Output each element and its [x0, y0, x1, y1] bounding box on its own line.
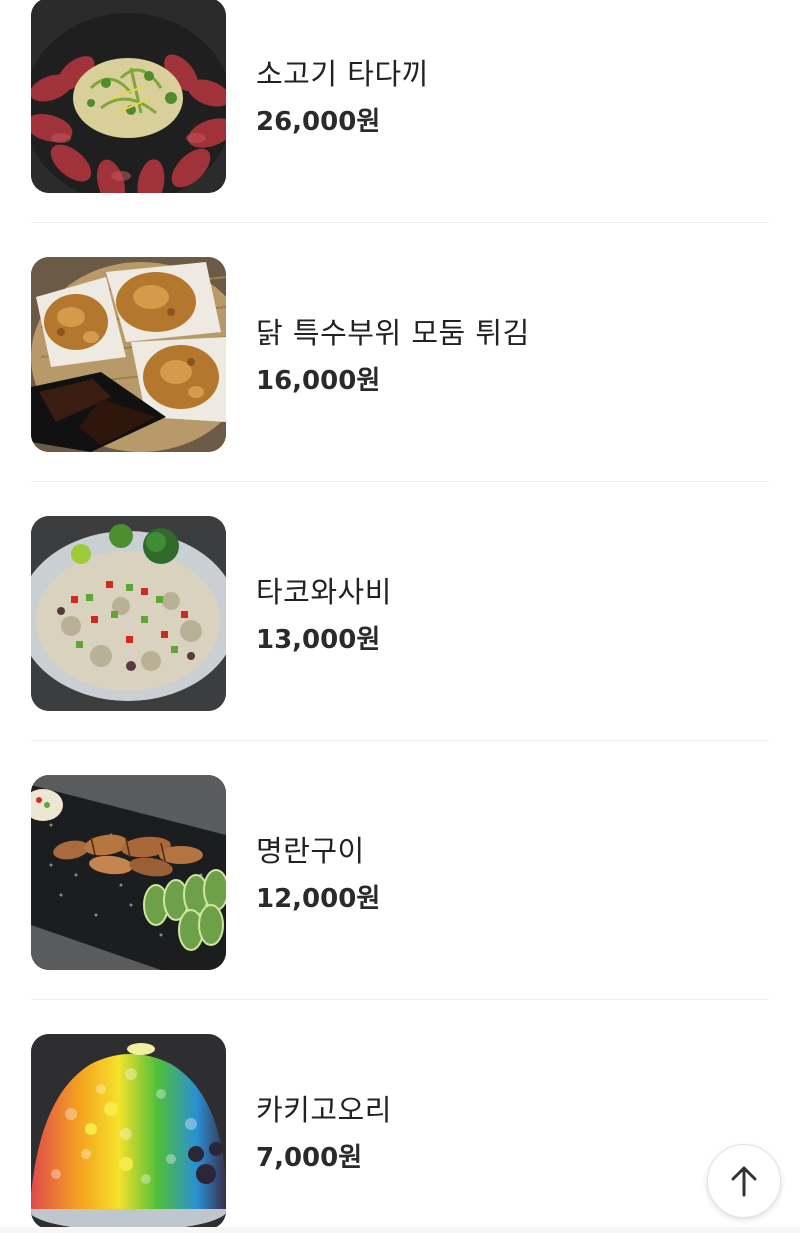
menu-item[interactable]: 카키고오리 7,000원 [0, 971, 800, 1230]
bottom-edge [0, 1227, 800, 1233]
menu-item-name: 소고기 타다끼 [256, 57, 429, 91]
menu-item-name: 카키고오리 [256, 1093, 392, 1127]
menu-list: 소고기 타다끼 26,000원 닭 특수부위 모둠 튀김 16,000원 타코와… [0, 0, 800, 1230]
beef-tataki-photo[interactable] [31, 0, 226, 193]
grilled-pollack-roe-photo[interactable] [31, 775, 226, 970]
menu-item-name: 명란구이 [256, 834, 365, 868]
menu-item[interactable]: 소고기 타다끼 26,000원 [0, 0, 800, 223]
menu-item-name: 타코와사비 [256, 575, 392, 609]
fried-chicken-photo[interactable] [31, 257, 226, 452]
menu-item[interactable]: 닭 특수부위 모둠 튀김 16,000원 [0, 194, 800, 482]
menu-item[interactable]: 타코와사비 13,000원 [0, 453, 800, 741]
tako-wasabi-photo[interactable] [31, 516, 226, 711]
menu-item-name: 닭 특수부위 모둠 튀김 [256, 316, 530, 350]
menu-item-price: 13,000원 [256, 625, 381, 655]
menu-item[interactable]: 명란구이 12,000원 [0, 712, 800, 1000]
menu-item-price: 7,000원 [256, 1143, 363, 1173]
arrow-up-icon [731, 1166, 757, 1197]
scroll-to-top-button[interactable] [707, 1144, 781, 1218]
menu-item-price: 12,000원 [256, 884, 381, 914]
menu-item-price: 16,000원 [256, 366, 381, 396]
menu-item-price: 26,000원 [256, 107, 381, 137]
kakigori-photo[interactable] [31, 1034, 226, 1229]
